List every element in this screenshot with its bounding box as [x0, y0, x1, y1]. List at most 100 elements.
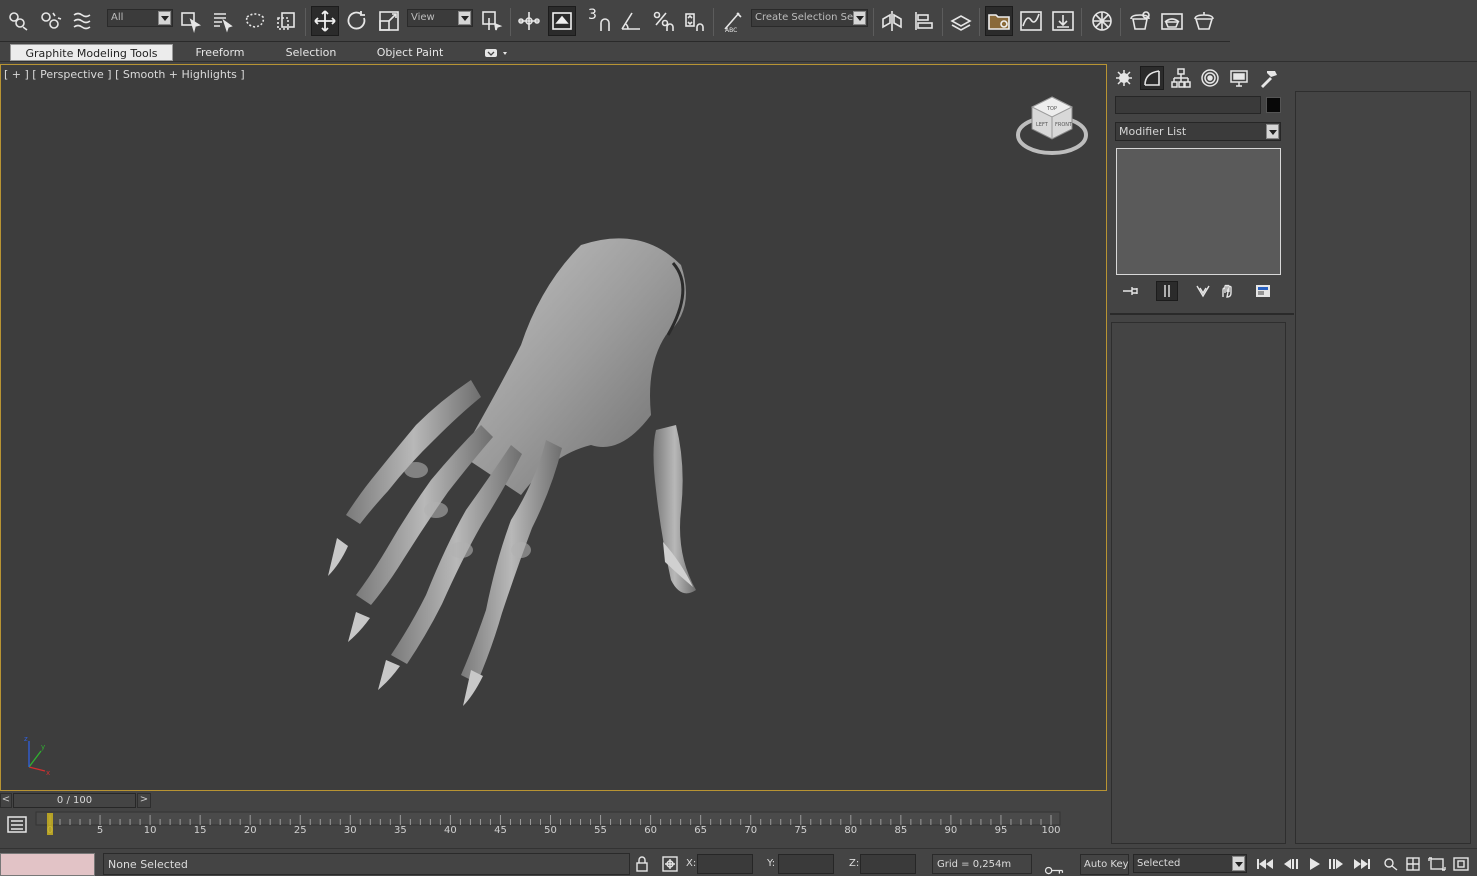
- pin-stack-icon[interactable]: [1120, 281, 1142, 301]
- schematic-view-icon[interactable]: [1049, 6, 1077, 36]
- show-end-result-icon[interactable]: [1156, 281, 1178, 301]
- window-crossing-icon[interactable]: [273, 6, 301, 36]
- axis-label-y: y: [41, 743, 45, 751]
- bind-spacewarp-icon[interactable]: [69, 6, 97, 36]
- toolbar-separator: [1081, 8, 1082, 36]
- time-slider: < 0 / 100 >: [0, 793, 1107, 809]
- render-setup-icon[interactable]: [1126, 6, 1154, 36]
- time-slider-next-button[interactable]: >: [137, 793, 151, 808]
- remove-modifier-icon[interactable]: [1216, 281, 1238, 301]
- svg-text:ABC: ABC: [725, 27, 737, 33]
- render-production-icon[interactable]: [1190, 6, 1218, 36]
- object-name-field[interactable]: [1115, 96, 1261, 114]
- ref-coord-dropdown[interactable]: View: [407, 9, 473, 27]
- viewcube-face-top[interactable]: TOP: [1046, 106, 1057, 112]
- use-pivot-icon[interactable]: [478, 6, 506, 36]
- tab-freeform[interactable]: Freeform: [185, 44, 255, 61]
- select-move-icon[interactable]: [311, 6, 339, 36]
- viewcube-face-left[interactable]: LEFT: [1036, 122, 1049, 128]
- y-coord-field[interactable]: [778, 854, 834, 874]
- next-frame-icon[interactable]: [1325, 854, 1347, 874]
- angle-snap-icon[interactable]: [617, 6, 645, 36]
- mirror-icon[interactable]: [878, 6, 906, 36]
- track-ruler-band: [35, 811, 1061, 826]
- modifier-list-dropdown[interactable]: Modifier List: [1115, 122, 1281, 141]
- unlink-icon[interactable]: [37, 6, 65, 36]
- select-scale-icon[interactable]: [375, 6, 403, 36]
- main-toolbar: All View 3 ABC Create Selection Se: [0, 0, 1230, 42]
- zoom-extents-icon[interactable]: [1403, 854, 1425, 874]
- object-color-swatch[interactable]: [1266, 97, 1281, 113]
- command-panel-tabs: [1112, 64, 1292, 90]
- edit-named-selection-icon[interactable]: ABC: [719, 6, 747, 36]
- lock-selection-icon[interactable]: [632, 854, 652, 874]
- select-by-name-icon[interactable]: [209, 6, 237, 36]
- material-editor-icon[interactable]: [1088, 6, 1116, 36]
- tab-selection[interactable]: Selection: [276, 44, 346, 61]
- track-tick-label: 10: [144, 825, 157, 836]
- track-tick-label: 30: [344, 825, 357, 836]
- named-selection-dropdown[interactable]: Create Selection Se: [751, 9, 868, 27]
- track-tick-label: 100: [1041, 825, 1060, 836]
- play-icon[interactable]: [1303, 854, 1325, 874]
- z-coord-field[interactable]: [860, 854, 916, 874]
- select-manipulate-icon[interactable]: [515, 6, 543, 36]
- ribbon-tabs: Graphite Modeling Tools Freeform Selecti…: [0, 42, 1477, 62]
- keyboard-shortcut-icon[interactable]: [548, 6, 576, 36]
- current-frame-marker[interactable]: [47, 813, 53, 835]
- auto-key-button[interactable]: Auto Key: [1080, 854, 1129, 875]
- maxscript-listener[interactable]: [0, 853, 95, 876]
- configure-modifier-sets-icon[interactable]: [1252, 281, 1274, 301]
- viewcube[interactable]: TOP FRONT LEFT: [1015, 93, 1089, 159]
- x-coord-field[interactable]: [697, 854, 753, 874]
- field-of-view-icon[interactable]: [1426, 854, 1448, 874]
- scene-explorer-icon[interactable]: [985, 6, 1013, 36]
- time-slider-thumb[interactable]: 0 / 100: [13, 793, 136, 808]
- select-object-icon[interactable]: [177, 6, 205, 36]
- rect-selection-icon[interactable]: [241, 6, 269, 36]
- track-bar[interactable]: 0510152025303540455055606570758085909510…: [0, 811, 1107, 847]
- select-rotate-icon[interactable]: [343, 6, 371, 36]
- ribbon-options-icon[interactable]: [484, 47, 508, 59]
- utilities-icon[interactable]: [1256, 66, 1280, 90]
- make-unique-icon[interactable]: [1192, 281, 1214, 301]
- zoom-icon[interactable]: [1380, 854, 1402, 874]
- tab-object-paint[interactable]: Object Paint: [370, 44, 450, 61]
- track-ruler[interactable]: 0510152025303540455055606570758085909510…: [0, 811, 1107, 847]
- viewcube-face-front[interactable]: FRONT: [1055, 122, 1073, 128]
- rendered-frame-icon[interactable]: [1158, 6, 1186, 36]
- app-window: All View 3 ABC Create Selection Se Graph…: [0, 0, 1477, 876]
- percent-snap-icon[interactable]: [649, 6, 677, 36]
- key-filter-dropdown[interactable]: Selected: [1133, 854, 1247, 873]
- absolute-mode-icon[interactable]: [660, 854, 680, 874]
- track-tick-label: 75: [794, 825, 807, 836]
- go-to-start-icon[interactable]: [1254, 854, 1276, 874]
- align-icon[interactable]: [910, 6, 938, 36]
- set-key-icon[interactable]: [1044, 859, 1064, 876]
- go-to-end-icon[interactable]: [1351, 854, 1373, 874]
- track-tick-label: 25: [294, 825, 307, 836]
- modifier-stack[interactable]: [1116, 148, 1281, 275]
- previous-frame-icon[interactable]: [1280, 854, 1302, 874]
- maximize-viewport-icon[interactable]: [1450, 854, 1472, 874]
- display-icon[interactable]: [1227, 66, 1251, 90]
- modify-icon[interactable]: [1140, 66, 1164, 90]
- snap-label: 3: [588, 7, 597, 23]
- hand-model[interactable]: [311, 220, 731, 730]
- perspective-viewport[interactable]: [ + ] [ Perspective ] [ Smooth + Highlig…: [0, 64, 1107, 791]
- spinner-snap-icon[interactable]: [681, 6, 709, 36]
- layer-manager-icon[interactable]: [947, 6, 975, 36]
- selection-filter-dropdown[interactable]: All: [107, 9, 173, 27]
- z-coord-label: Z:: [849, 858, 860, 869]
- curve-editor-icon[interactable]: [1017, 6, 1045, 36]
- link-icon[interactable]: [5, 6, 33, 36]
- tab-graphite-modeling-tools[interactable]: Graphite Modeling Tools: [10, 44, 173, 61]
- create-icon[interactable]: [1112, 66, 1136, 90]
- snaps-toggle-icon[interactable]: 3: [587, 6, 615, 36]
- motion-icon[interactable]: [1198, 66, 1222, 90]
- time-slider-prev-button[interactable]: <: [0, 793, 12, 808]
- viewport-label[interactable]: [ + ] [ Perspective ] [ Smooth + Highlig…: [4, 68, 245, 81]
- ref-coord-value: View: [411, 12, 435, 23]
- hierarchy-icon[interactable]: [1169, 66, 1193, 90]
- track-tick-label: 80: [844, 825, 857, 836]
